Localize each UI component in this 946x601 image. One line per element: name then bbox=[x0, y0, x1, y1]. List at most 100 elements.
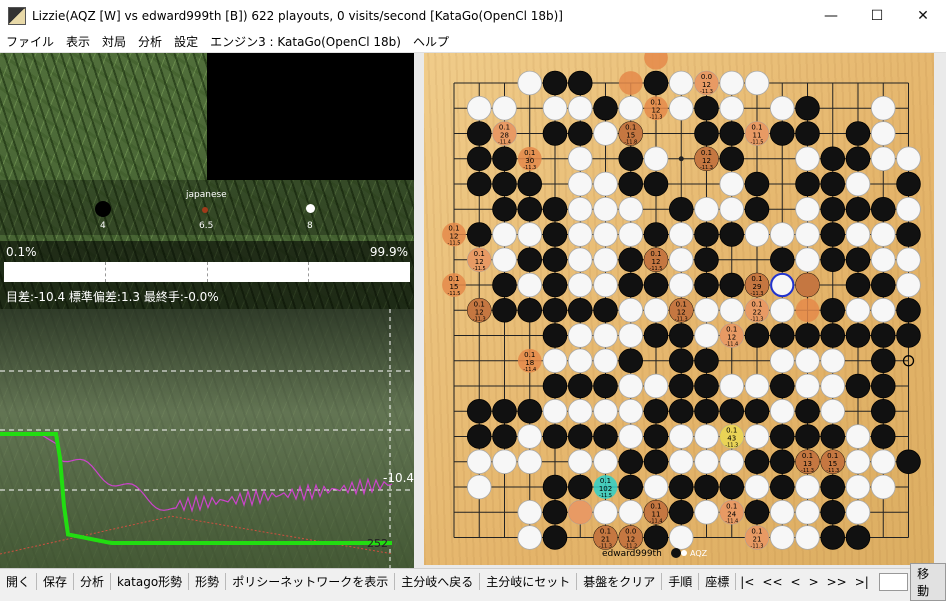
white-stone bbox=[845, 474, 871, 500]
menu-view[interactable]: 表示 bbox=[60, 33, 96, 50]
black-stone bbox=[542, 474, 568, 500]
black-captures: 4 bbox=[100, 221, 106, 231]
white-stone bbox=[542, 398, 568, 424]
black-stone bbox=[870, 272, 896, 298]
analyze-button[interactable]: 分析 bbox=[74, 573, 112, 590]
white-stone bbox=[845, 171, 871, 197]
katago-estimate-button[interactable]: katago形勢 bbox=[111, 573, 190, 590]
candidate-score: -11.5 bbox=[473, 266, 486, 272]
white-stone bbox=[795, 373, 820, 399]
forward-one-button[interactable]: > bbox=[805, 575, 823, 589]
black-stone bbox=[769, 449, 795, 475]
white-stone bbox=[694, 424, 719, 449]
back-to-main-button[interactable]: 主分岐へ戻る bbox=[395, 573, 481, 590]
white-stone bbox=[896, 146, 921, 172]
black-stone bbox=[517, 297, 543, 323]
black-stone bbox=[466, 398, 492, 424]
black-stone bbox=[820, 196, 846, 222]
candidate-move[interactable] bbox=[795, 273, 820, 297]
candidate-score: -11.3 bbox=[725, 443, 738, 449]
candidate-winrate: 0.1 bbox=[625, 124, 636, 132]
save-button[interactable]: 保存 bbox=[37, 573, 75, 590]
black-stone bbox=[517, 196, 543, 222]
candidate-score: -11.5 bbox=[650, 266, 663, 272]
black-stone bbox=[668, 196, 694, 222]
back-ten-button[interactable]: << bbox=[758, 575, 786, 589]
white-stone bbox=[820, 398, 846, 424]
variation-preview bbox=[207, 53, 414, 180]
minimize-button[interactable]: — bbox=[808, 0, 854, 31]
komi-value: 6.5 bbox=[199, 221, 214, 231]
black-stone bbox=[820, 323, 846, 348]
winrate-graph[interactable]: -10.4 252 bbox=[0, 309, 414, 568]
white-stone bbox=[567, 348, 593, 374]
back-one-button[interactable]: < bbox=[787, 575, 805, 589]
white-stone bbox=[643, 297, 669, 323]
menu-engine[interactable]: エンジン3 : KataGo(OpenCl 18b) bbox=[204, 33, 407, 50]
candidate-visits: 30 bbox=[525, 157, 534, 165]
menu-bar: ファイル 表示 対局 分析 設定 エンジン3 : KataGo(OpenCl 1… bbox=[0, 31, 946, 53]
set-main-branch-button[interactable]: 主分岐にセット bbox=[480, 573, 578, 590]
black-stone bbox=[795, 121, 820, 146]
candidate-visits: 11 bbox=[753, 132, 762, 140]
close-button[interactable]: ✕ bbox=[900, 0, 946, 31]
clear-board-button[interactable]: 碁盤をクリア bbox=[577, 573, 663, 590]
candidate-winrate: 0.1 bbox=[650, 250, 661, 258]
maximize-button[interactable]: ☐ bbox=[854, 0, 900, 31]
white-stone bbox=[694, 297, 719, 323]
coordinates-button[interactable]: 座標 bbox=[699, 573, 737, 590]
black-stone bbox=[542, 121, 568, 146]
candidate-move[interactable] bbox=[644, 53, 668, 70]
forward-ten-button[interactable]: >> bbox=[823, 575, 851, 589]
white-stone bbox=[870, 297, 896, 323]
white-stone bbox=[567, 272, 593, 298]
goto-move-button[interactable]: 移動 bbox=[910, 562, 946, 601]
black-stone bbox=[618, 348, 644, 374]
black-stone bbox=[466, 424, 492, 449]
black-stone bbox=[668, 398, 694, 424]
white-stone bbox=[643, 146, 669, 172]
menu-analyze[interactable]: 分析 bbox=[132, 33, 168, 50]
info-panel: japanese 4 6.5 8 0.1% 99.9% 目差:-10.4 標準偏… bbox=[0, 53, 414, 568]
menu-help[interactable]: ヘルプ bbox=[407, 33, 455, 50]
open-button[interactable]: 開く bbox=[0, 573, 38, 590]
black-stone bbox=[542, 424, 568, 449]
white-stone bbox=[845, 424, 871, 449]
white-stone bbox=[719, 449, 745, 475]
white-stone bbox=[845, 222, 871, 247]
black-stone bbox=[618, 449, 644, 475]
board-panel[interactable]: 0.0 12 -11.3 0.1 28 -11.4 0.1 15 -11.8 0.1 12 -11.3… bbox=[414, 53, 946, 568]
black-stone bbox=[618, 474, 644, 500]
candidate-score: -11.3 bbox=[675, 316, 688, 322]
white-stone bbox=[618, 323, 644, 348]
white-stone bbox=[542, 348, 568, 374]
black-stone bbox=[744, 196, 770, 222]
estimate-button[interactable]: 形勢 bbox=[189, 573, 227, 590]
candidate-visits: 28 bbox=[500, 132, 509, 140]
candidate-move[interactable] bbox=[618, 71, 643, 95]
menu-settings[interactable]: 設定 bbox=[168, 33, 204, 50]
black-stone bbox=[593, 373, 618, 399]
candidate-visits: 13 bbox=[803, 460, 812, 468]
candidate-move[interactable] bbox=[568, 500, 593, 525]
menu-file[interactable]: ファイル bbox=[0, 33, 60, 50]
black-stone bbox=[593, 297, 618, 323]
last-move-button[interactable]: >| bbox=[851, 575, 873, 589]
move-number-button[interactable]: 手順 bbox=[662, 573, 700, 590]
white-stone bbox=[593, 272, 618, 298]
candidate-winrate: 0.1 bbox=[827, 452, 838, 460]
first-move-button[interactable]: |< bbox=[736, 575, 758, 589]
black-stone bbox=[744, 398, 770, 424]
candidate-winrate: 0.1 bbox=[751, 275, 762, 283]
white-player-icon bbox=[681, 550, 687, 556]
menu-game[interactable]: 対局 bbox=[96, 33, 132, 50]
white-stone bbox=[820, 373, 846, 399]
candidate-move[interactable] bbox=[795, 298, 820, 323]
board-svg[interactable]: 0.012-11.30.128-11.40.115-11.80.112-11.3… bbox=[414, 53, 946, 568]
candidate-winrate: 0.1 bbox=[499, 124, 510, 132]
white-stone bbox=[795, 348, 820, 374]
move-number-input[interactable] bbox=[878, 572, 909, 591]
black-stone bbox=[820, 171, 846, 197]
white-stone bbox=[567, 449, 593, 475]
policy-network-button[interactable]: ポリシーネットワークを表示 bbox=[226, 573, 396, 590]
